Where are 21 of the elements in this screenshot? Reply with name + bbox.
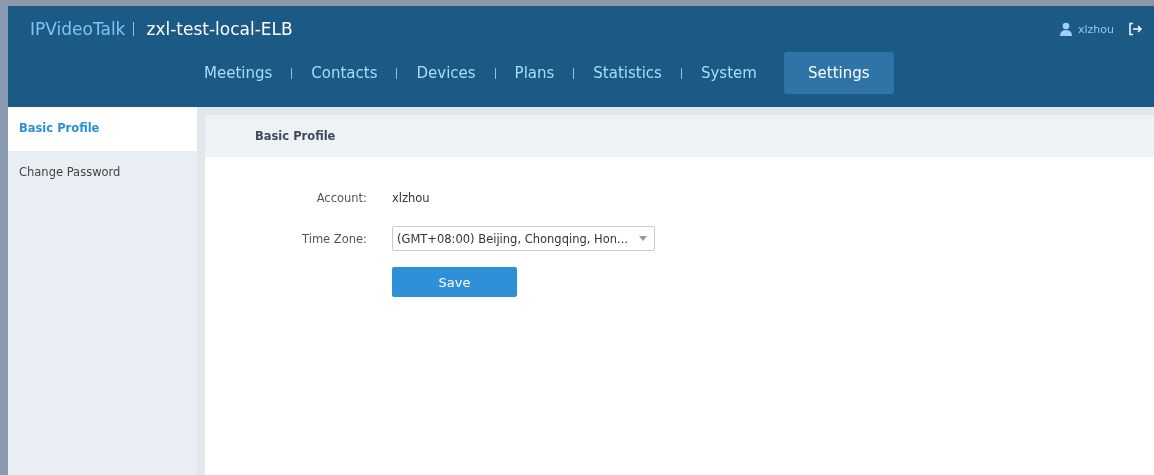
account-label: Account:	[315, 190, 367, 205]
account-value: xlzhou	[392, 190, 430, 205]
nav-tab[interactable]: Devices	[416, 52, 476, 94]
nav-tab[interactable]: Plans	[514, 52, 555, 94]
nav-tab[interactable]: Meetings	[204, 52, 273, 94]
dropdown-caret-icon	[639, 236, 647, 241]
nav-tab[interactable]: System	[700, 52, 757, 94]
sidebar-item[interactable]: Basic Profile	[8, 107, 197, 151]
nav-tab[interactable]: Settings	[783, 52, 894, 94]
nav-tab[interactable]: Contacts	[311, 52, 378, 94]
time-zone-label: Time Zone:	[301, 231, 367, 246]
username-link[interactable]: xlzhou	[1078, 22, 1114, 36]
sidebar-item[interactable]: Change Password	[8, 151, 197, 195]
save-button[interactable]: Save	[392, 267, 517, 297]
brand-logo-text: IPVideoTalk	[30, 22, 135, 36]
time-zone-dropdown[interactable]: (GMT+08:00) Beijing, Chongqing, Hon...	[392, 226, 655, 251]
site-title: zxl-test-local-ELB	[146, 19, 293, 39]
user-icon	[1059, 22, 1073, 36]
panel-title: Basic Profile	[255, 129, 336, 143]
logout-icon[interactable]	[1128, 22, 1142, 36]
nav-tab[interactable]: Statistics	[593, 52, 662, 94]
